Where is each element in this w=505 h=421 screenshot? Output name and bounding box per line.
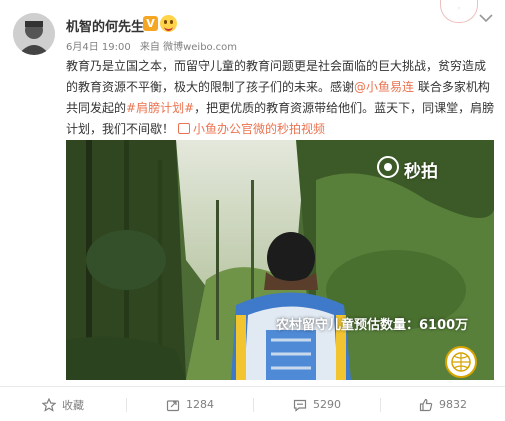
mouth bbox=[164, 25, 173, 31]
repost-count: 1284 bbox=[186, 398, 214, 411]
like-count: 9832 bbox=[439, 398, 467, 411]
post-meta: 6月4日 19:00 来自 微博weibo.com bbox=[66, 38, 243, 53]
video-link[interactable]: 小鱼办公官微的秒拍视频 bbox=[174, 122, 325, 136]
star-icon bbox=[42, 397, 56, 412]
avatar-image bbox=[13, 13, 55, 55]
mention-link[interactable]: @小鱼易连 bbox=[354, 80, 414, 94]
avatar[interactable] bbox=[13, 13, 55, 55]
eye-right bbox=[170, 20, 173, 24]
action-bar-divider bbox=[0, 386, 505, 387]
thumbs-up-icon bbox=[419, 398, 433, 411]
video-caption: 农村留守儿童预估数量：6100万 bbox=[276, 318, 469, 333]
emoji-badge-icon[interactable] bbox=[160, 15, 177, 32]
chevron-down-icon[interactable] bbox=[476, 10, 496, 26]
eye-left bbox=[164, 20, 167, 24]
favorite-label: 收藏 bbox=[62, 398, 84, 412]
post-text: 教育乃是立国之本，而留守儿童的教育问题更是社会面临的巨大挑战，贫穷造成的教育资源… bbox=[66, 56, 496, 140]
favorite-button[interactable]: 收藏 bbox=[0, 388, 126, 421]
post-source[interactable]: 来自 微博weibo.com bbox=[140, 42, 237, 53]
video-link-icon bbox=[178, 123, 191, 134]
like-button[interactable]: 9832 bbox=[381, 388, 505, 421]
comment-count: 5290 bbox=[313, 398, 341, 411]
repost-button[interactable]: 1284 bbox=[127, 388, 253, 421]
weibo-post: ◦ 机智的何先生 V 6月4日 19:00 来自 微博weibo.com 教育乃… bbox=[0, 0, 505, 421]
repost-icon bbox=[166, 399, 180, 411]
topic-link[interactable]: #肩膀计划# bbox=[126, 101, 194, 115]
globe-logo-icon bbox=[445, 346, 477, 378]
post-date[interactable]: 6月4日 19:00 bbox=[66, 42, 131, 53]
comment-icon bbox=[293, 399, 307, 412]
video-player[interactable]: 秒拍 农村留守儿童预估数量：6100万 bbox=[66, 140, 494, 380]
comment-button[interactable]: 5290 bbox=[254, 388, 380, 421]
miaopai-watermark: 秒拍 bbox=[404, 162, 438, 182]
video-link-label: 小鱼办公官微的秒拍视频 bbox=[193, 122, 326, 136]
miaopai-logo-icon bbox=[377, 156, 399, 178]
vip-badge-icon[interactable]: V bbox=[143, 16, 158, 31]
watermark-stamp: ◦ bbox=[440, 0, 478, 23]
author-name[interactable]: 机智的何先生 bbox=[66, 16, 144, 35]
